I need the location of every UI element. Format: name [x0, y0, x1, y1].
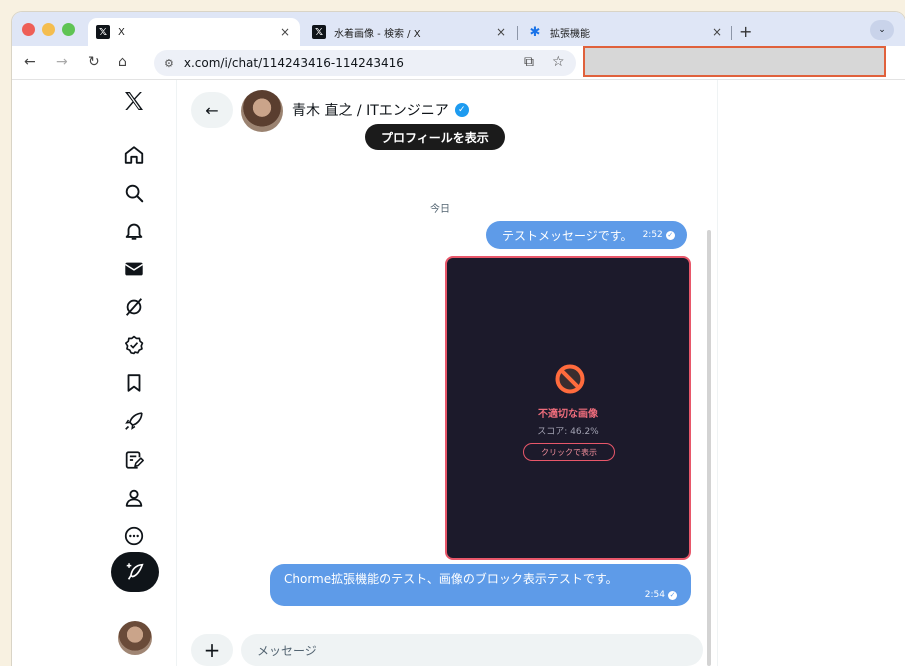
- peer-name[interactable]: 青木 直之 / ITエンジニア ✓: [292, 100, 469, 120]
- read-check-icon: ✓: [665, 230, 675, 240]
- x-sidebar: [12, 80, 176, 666]
- blocked-image-title: 不適切な画像: [538, 409, 598, 420]
- browser-toolbar: ← → ↻ ⌂ ⚙ x.com/i/chat/114243416-1142434…: [12, 46, 905, 80]
- account-avatar[interactable]: [118, 621, 152, 655]
- blocked-image-score: スコア: 46.2%: [537, 427, 599, 437]
- url-text: x.com/i/chat/114243416-114243416: [183, 56, 404, 70]
- chat-panel: ← 青木 直之 / ITエンジニア ✓ プロフィールを表示 今日 テストメッセー…: [177, 80, 717, 666]
- message-input[interactable]: メッセージ: [241, 634, 703, 666]
- search-icon[interactable]: [120, 179, 148, 207]
- forward-arrow-icon[interactable]: →: [56, 54, 68, 70]
- date-separator: 今日: [430, 204, 450, 215]
- read-check-icon: ✓: [668, 590, 677, 600]
- puzzle-icon: ✱: [529, 24, 541, 40]
- chat-scrollbar[interactable]: [707, 230, 711, 666]
- site-info-icon[interactable]: ⚙: [164, 57, 174, 70]
- reload-icon[interactable]: ↻: [88, 54, 100, 70]
- close-window-button[interactable]: [22, 23, 35, 36]
- tab-close-icon[interactable]: ×: [712, 25, 722, 39]
- tab-title: 拡張機能: [550, 28, 590, 40]
- minimize-window-button[interactable]: [42, 23, 55, 36]
- tab-strip: 𝕏 X × 𝕏 水着画像 - 検索 / X × ✱ 拡張機能 × + ⌄: [12, 12, 905, 46]
- bookmarks-icon[interactable]: [120, 369, 148, 397]
- message-time-text: 2:54: [644, 590, 665, 600]
- new-tab-button[interactable]: +: [739, 22, 752, 41]
- view-profile-button[interactable]: プロフィールを表示: [365, 124, 505, 150]
- back-arrow-icon[interactable]: ←: [24, 54, 36, 70]
- tab-swimsuit-search[interactable]: 𝕏 水着画像 - 検索 / X ×: [304, 18, 516, 46]
- back-button[interactable]: ←: [191, 92, 233, 128]
- reveal-image-button[interactable]: クリックで表示: [523, 443, 615, 461]
- peer-name-text: 青木 直之 / ITエンジニア: [292, 103, 449, 119]
- maximize-window-button[interactable]: [62, 23, 75, 36]
- tab-close-icon[interactable]: ×: [496, 25, 506, 39]
- tab-extensions[interactable]: ✱ 拡張機能 ×: [520, 18, 732, 46]
- message-time-text: 2:52: [642, 230, 663, 240]
- home-icon[interactable]: ⌂: [118, 54, 127, 70]
- message-time: 2:54 ✓: [645, 590, 677, 600]
- home-icon[interactable]: [120, 141, 148, 169]
- message-bubble[interactable]: Chorme拡張機能のテスト、画像のブロック表示テストです。 2:54 ✓: [270, 564, 691, 606]
- jobs-icon[interactable]: [120, 407, 148, 435]
- tab-title: X: [118, 26, 125, 38]
- verified-badge-icon: ✓: [454, 103, 469, 117]
- message-time: 2:52 ✓: [643, 230, 675, 240]
- blocked-image-card[interactable]: 不適切な画像 スコア: 46.2% クリックで表示: [445, 256, 691, 560]
- tab-close-icon[interactable]: ×: [280, 25, 290, 39]
- prohibited-icon: [555, 364, 585, 394]
- tab-search-button[interactable]: ⌄: [870, 20, 894, 40]
- attach-button[interactable]: +: [191, 634, 233, 666]
- message-text: Chorme拡張機能のテスト、画像のブロック表示テストです。: [284, 572, 618, 586]
- chat-divider: [717, 80, 718, 666]
- address-bar[interactable]: ⚙ x.com/i/chat/114243416-114243416: [154, 50, 576, 76]
- install-app-icon[interactable]: ⧉: [524, 54, 534, 70]
- x-logo-icon: 𝕏: [312, 25, 326, 39]
- message-bubble[interactable]: テストメッセージです。 2:52 ✓: [486, 221, 687, 249]
- tab-x[interactable]: 𝕏 X ×: [88, 18, 300, 46]
- tab-separator: [731, 26, 732, 40]
- more-icon[interactable]: [120, 522, 148, 550]
- redacted-region: [583, 46, 886, 77]
- profile-icon[interactable]: [120, 484, 148, 512]
- grok-icon[interactable]: [120, 293, 148, 321]
- x-logo-icon[interactable]: [120, 87, 148, 115]
- compose-post-button[interactable]: [111, 552, 159, 592]
- communities-icon[interactable]: [120, 446, 148, 474]
- tab-title: 水着画像 - 検索 / X: [334, 28, 421, 40]
- premium-icon[interactable]: [120, 331, 148, 359]
- message-text: テストメッセージです。: [502, 228, 633, 243]
- x-app: ← 青木 直之 / ITエンジニア ✓ プロフィールを表示 今日 テストメッセー…: [12, 80, 905, 666]
- x-logo-icon: 𝕏: [96, 25, 110, 39]
- arrow-left-icon: ←: [205, 100, 219, 120]
- notifications-icon[interactable]: [120, 217, 148, 245]
- peer-avatar[interactable]: [241, 90, 283, 132]
- bookmark-star-icon[interactable]: ☆: [552, 54, 565, 70]
- browser-window: 𝕏 X × 𝕏 水着画像 - 検索 / X × ✱ 拡張機能 × + ⌄ ← →…: [12, 12, 905, 666]
- messages-icon[interactable]: [120, 255, 148, 283]
- tab-separator: [517, 26, 518, 40]
- compose-feather-icon: [126, 563, 144, 580]
